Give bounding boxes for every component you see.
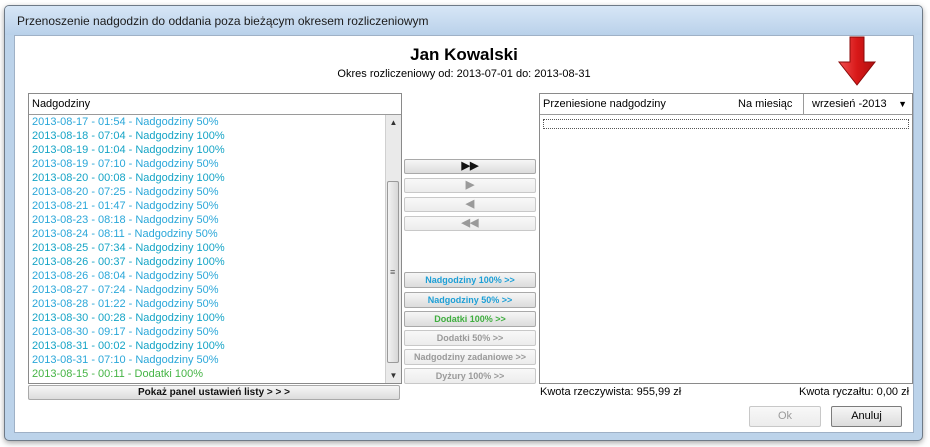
move-all-right-button[interactable]: ▶▶ xyxy=(404,159,536,174)
overtime-list-item[interactable]: 2013-08-17 - 01:54 - Nadgodziny 50% xyxy=(29,115,385,129)
month-select-value: wrzesień -2013 xyxy=(812,98,887,110)
move-left-button[interactable]: ◀ xyxy=(404,197,536,212)
window-title: Przenoszenie nadgodzin do oddania poza b… xyxy=(17,14,429,28)
employee-name: Jan Kowalski xyxy=(410,45,518,64)
scroll-thumb[interactable]: ≡ xyxy=(387,181,399,363)
overtime-list-item[interactable]: 2013-08-31 - 00:02 - Nadgodziny 100% xyxy=(29,339,385,353)
category-button[interactable]: Dyżury 100% >> xyxy=(404,368,536,384)
transferred-panel-title: Przeniesione nadgodziny xyxy=(543,98,666,110)
category-button[interactable]: Dodatki 50% >> xyxy=(404,330,536,346)
overtime-list-item[interactable]: 2013-08-21 - 01:47 - Nadgodziny 50% xyxy=(29,199,385,213)
overtime-list-item[interactable]: 2013-08-30 - 00:28 - Nadgodziny 100% xyxy=(29,311,385,325)
overtime-list-item[interactable]: 2013-08-26 - 00:37 - Nadgodziny 100% xyxy=(29,255,385,269)
ok-button[interactable]: Ok xyxy=(749,406,821,427)
category-button[interactable]: Dodatki 100% >> xyxy=(404,311,536,327)
scroll-down-icon[interactable]: ▼ xyxy=(386,368,401,383)
show-list-settings-button[interactable]: Pokaż panel ustawień listy > > > xyxy=(28,385,400,400)
overtime-panel: Nadgodziny 2013-08-17 - 01:54 - Nadgodzi… xyxy=(28,93,402,384)
overtime-list-item[interactable]: 2013-08-25 - 07:34 - Nadgodziny 100% xyxy=(29,241,385,255)
overtime-list-item[interactable]: 2013-08-19 - 01:04 - Nadgodziny 100% xyxy=(29,143,385,157)
month-select[interactable]: wrzesień -2013 ▼ xyxy=(803,94,912,114)
transferred-panel: Przeniesione nadgodziny Na miesiąc wrzes… xyxy=(539,93,913,384)
overtime-list-item[interactable]: 2013-08-31 - 07:10 - Nadgodziny 50% xyxy=(29,353,385,367)
overtime-list-item[interactable]: 2013-08-30 - 09:17 - Nadgodziny 50% xyxy=(29,325,385,339)
transferred-list-focus-row[interactable] xyxy=(543,119,909,129)
grip-icon: ≡ xyxy=(390,267,396,277)
move-right-button[interactable]: ▶ xyxy=(404,178,536,193)
overtime-list-item[interactable]: 2013-08-18 - 07:04 - Nadgodziny 100% xyxy=(29,129,385,143)
lump-sum-amount: Kwota ryczałtu: 0,00 zł xyxy=(799,386,910,398)
category-button[interactable]: Nadgodziny 100% >> xyxy=(404,272,536,288)
cancel-button[interactable]: Anuluj xyxy=(831,406,902,427)
category-button[interactable]: Nadgodziny 50% >> xyxy=(404,292,536,308)
overtime-list-item[interactable]: 2013-08-28 - 01:22 - Nadgodziny 50% xyxy=(29,297,385,311)
red-down-arrow-icon xyxy=(837,36,877,86)
scroll-up-icon[interactable]: ▲ xyxy=(386,115,401,130)
overtime-panel-header: Nadgodziny xyxy=(29,94,401,115)
overtime-list-item[interactable]: 2013-08-20 - 07:25 - Nadgodziny 50% xyxy=(29,185,385,199)
dialog-body: Jan Kowalski Okres rozliczeniowy od: 201… xyxy=(14,35,914,433)
category-button[interactable]: Nadgodziny zadaniowe >> xyxy=(404,349,536,365)
overtime-list-item[interactable]: 2013-08-24 - 08:11 - Nadgodziny 50% xyxy=(29,227,385,241)
overtime-list-item[interactable]: 2013-08-15 - 00:11 - Dodatki 100% xyxy=(29,367,385,381)
overtime-list-item[interactable]: 2013-08-19 - 07:10 - Nadgodziny 50% xyxy=(29,157,385,171)
dialog-window: Przenoszenie nadgodzin do oddania poza b… xyxy=(4,5,923,441)
overtime-list[interactable]: 2013-08-17 - 01:54 - Nadgodziny 50% 2013-… xyxy=(29,115,385,383)
chevron-down-icon[interactable]: ▼ xyxy=(898,94,907,114)
overtime-list-item[interactable]: 2013-08-27 - 07:24 - Nadgodziny 50% xyxy=(29,283,385,297)
settlement-period: Okres rozliczeniowy od: 2013-07-01 do: 2… xyxy=(337,68,591,80)
move-all-left-button[interactable]: ◀◀ xyxy=(404,216,536,231)
transferred-panel-header: Przeniesione nadgodziny Na miesiąc wrzes… xyxy=(540,94,912,115)
overtime-list-item[interactable]: 2013-08-20 - 00:08 - Nadgodziny 100% xyxy=(29,171,385,185)
overtime-scrollbar[interactable]: ▲ ≡ ▼ xyxy=(385,115,401,383)
actual-amount: Kwota rzeczywista: 955,99 zł xyxy=(540,386,682,398)
overtime-list-item[interactable]: 2013-08-23 - 08:18 - Nadgodziny 50% xyxy=(29,213,385,227)
title-bar[interactable]: Przenoszenie nadgodzin do oddania poza b… xyxy=(5,6,922,35)
overtime-list-item[interactable]: 2013-08-26 - 08:04 - Nadgodziny 50% xyxy=(29,269,385,283)
month-label: Na miesiąc xyxy=(738,98,793,110)
